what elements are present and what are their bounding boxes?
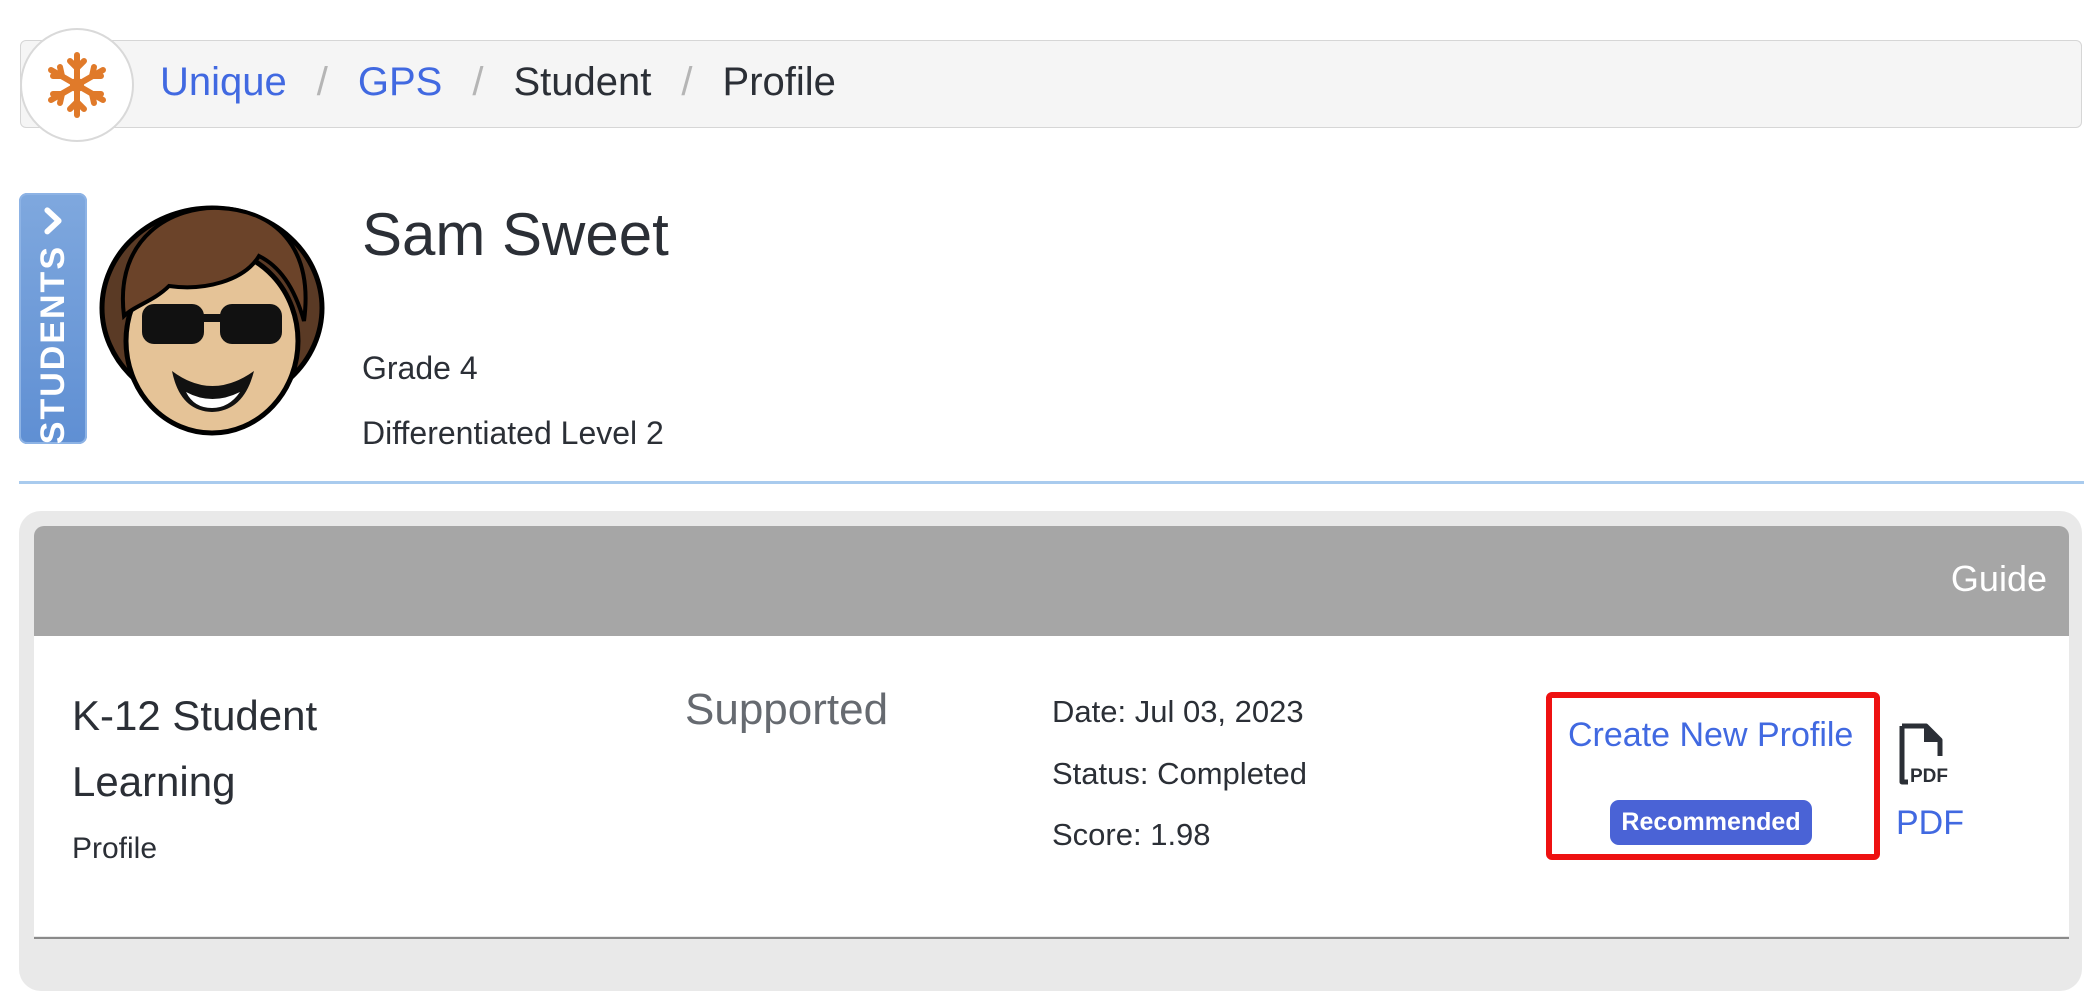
support-level: Supported xyxy=(685,685,889,734)
program-title: K-12 Student Learning xyxy=(72,692,318,805)
create-new-profile-link[interactable]: Create New Profile xyxy=(1568,716,1853,755)
breadcrumb-profile: Profile xyxy=(722,59,836,104)
students-sidebar-tab[interactable]: STUDENTS xyxy=(19,193,87,444)
guide-label: Guide xyxy=(1950,558,2047,599)
row-divider xyxy=(34,937,2069,939)
student-avatar xyxy=(99,205,325,436)
program-subtitle: Profile xyxy=(72,832,158,865)
breadcrumb-unique[interactable]: Unique xyxy=(160,60,287,105)
breadcrumb-separator: / xyxy=(472,59,484,104)
snowflake-logo-icon[interactable] xyxy=(20,28,134,142)
student-name: Sam Sweet xyxy=(362,201,669,268)
student-level: Differentiated Level 2 xyxy=(362,415,664,451)
student-grade: Grade 4 xyxy=(362,350,478,386)
pdf-link[interactable]: PDF xyxy=(1896,804,1964,843)
recommended-badge: Recommended xyxy=(1610,800,1812,845)
students-tab-label: STUDENTS xyxy=(33,244,72,444)
pdf-file-icon[interactable]: PDF xyxy=(1896,722,1952,788)
breadcrumb-gps[interactable]: GPS xyxy=(358,60,442,105)
chevron-right-icon xyxy=(44,207,62,235)
breadcrumb-separator: / xyxy=(316,59,328,104)
profile-status: Status: Completed xyxy=(1052,756,1308,791)
breadcrumb-student: Student xyxy=(513,59,652,104)
breadcrumb-separator: / xyxy=(681,59,693,104)
pdf-icon-text: PDF xyxy=(1910,766,1948,787)
section-divider xyxy=(19,481,2084,484)
profile-date: Date: Jul 03, 2023 xyxy=(1052,694,1304,729)
card-header: Guide xyxy=(34,526,2069,636)
breadcrumb: Unique / GPS / Student / Profile xyxy=(160,60,836,104)
profile-score: Score: 1.98 xyxy=(1052,817,1211,852)
